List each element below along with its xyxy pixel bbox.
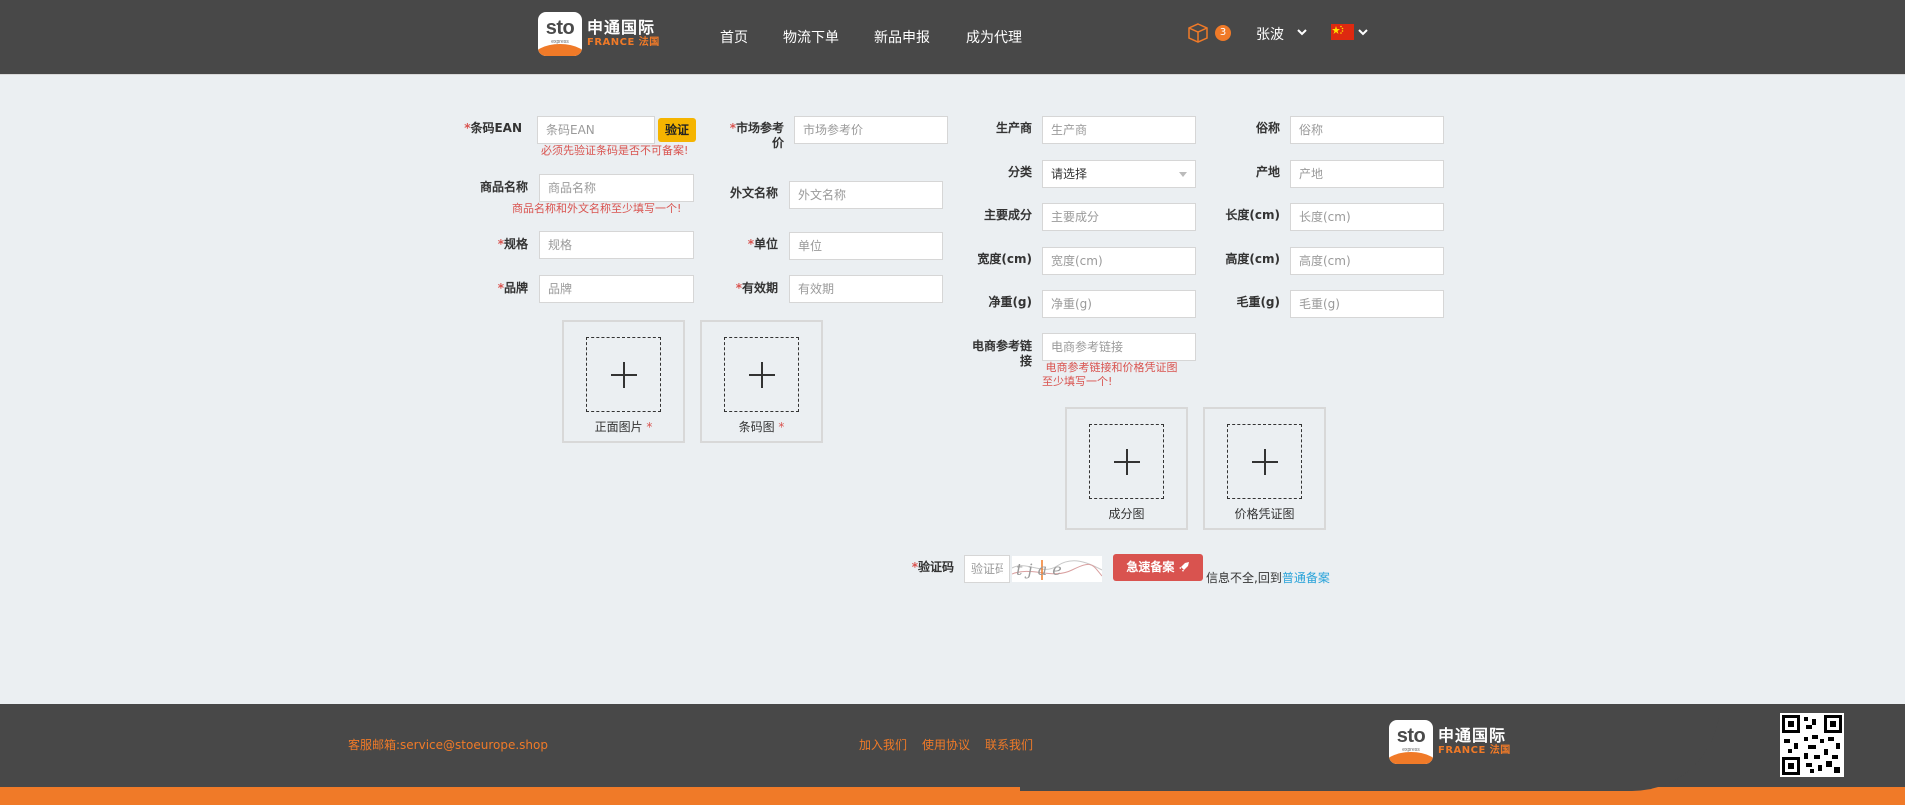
brand-label: *品牌 [497, 281, 528, 295]
net-weight-label: 净重(g) [988, 295, 1032, 309]
sto-logo-icon: sto express [538, 12, 582, 56]
normal-filing-link[interactable]: 普通备案 [1282, 571, 1330, 585]
footer-link-terms[interactable]: 使用协议 [922, 736, 970, 753]
category-select[interactable]: 请选择 [1042, 160, 1196, 188]
ean-label: *条码EAN [464, 121, 522, 135]
manufacturer-input[interactable] [1042, 116, 1196, 144]
quick-filing-button[interactable]: 急速备案 [1113, 554, 1203, 581]
captcha-input[interactable] [964, 555, 1010, 583]
height-label: 高度(cm) [1225, 252, 1280, 266]
ecommerce-link-label: 电商参考链接 [971, 339, 1032, 368]
brand-name-cn: 申通国际 [587, 18, 656, 37]
main-ingredient-label: 主要成分 [983, 208, 1032, 222]
plus-icon [724, 337, 799, 412]
origin-input[interactable] [1290, 160, 1444, 188]
sto-logo-icon: sto express [1389, 720, 1433, 764]
market-price-input[interactable] [794, 116, 948, 144]
package-icon[interactable] [1187, 22, 1209, 44]
product-name-input[interactable] [539, 174, 694, 202]
brand-input[interactable] [539, 275, 694, 303]
nav-become-agent[interactable]: 成为代理 [966, 27, 1022, 47]
footer-link-join-us[interactable]: 加入我们 [859, 736, 907, 753]
net-weight-input[interactable] [1042, 290, 1196, 318]
product-name-label: 商品名称 [479, 180, 528, 194]
cn-flag-icon[interactable] [1331, 24, 1354, 40]
user-name[interactable]: 张波 [1256, 24, 1284, 44]
dropdown-arrow-icon [1179, 172, 1187, 177]
spec-input[interactable] [539, 231, 694, 259]
nav-logistics-order[interactable]: 物流下单 [783, 27, 839, 47]
svg-text:t j a e: t j a e [1016, 560, 1062, 579]
price-proof-image-upload[interactable]: 价格凭证图 [1203, 407, 1326, 530]
gross-weight-input[interactable] [1290, 290, 1444, 318]
height-input[interactable] [1290, 247, 1444, 275]
unit-input[interactable] [789, 232, 943, 260]
brand-logo[interactable]: sto express 申通国际 FRANCE 法国 [538, 12, 660, 56]
expiry-input[interactable] [789, 275, 943, 303]
foreign-name-input[interactable] [789, 181, 943, 209]
ean-error: 必须先验证条码是否不可备案! [541, 144, 689, 157]
alias-input[interactable] [1290, 116, 1444, 144]
product-name-error: 商品名称和外文名称至少填写一个! [512, 202, 682, 215]
captcha-label: *验证码 [911, 560, 954, 574]
unit-label: *单位 [747, 237, 778, 251]
plus-icon [1227, 424, 1302, 499]
rocket-icon [1178, 560, 1190, 574]
footer: 客服邮箱:service@stoeurope.shop 加入我们 使用协议 联系… [0, 704, 1905, 805]
origin-label: 产地 [1255, 165, 1280, 179]
ean-input[interactable] [537, 116, 655, 144]
main-ingredient-input[interactable] [1042, 203, 1196, 231]
ecommerce-link-error: 电商参考链接和价格凭证图 至少填写一个! [1042, 361, 1178, 388]
barcode-image-upload[interactable]: 条码图 * [700, 320, 823, 443]
plus-icon [586, 337, 661, 412]
length-input[interactable] [1290, 203, 1444, 231]
footer-brand-logo: sto express 申通国际 FRANCE 法国 [1389, 720, 1511, 764]
language-chevron-icon[interactable] [1358, 26, 1368, 36]
fallback-text: 信息不全,回到普通备案 [1206, 571, 1330, 585]
spec-label: *规格 [497, 237, 528, 251]
market-price-label: *市场参考价 [729, 121, 784, 150]
service-email[interactable]: 客服邮箱:service@stoeurope.shop [348, 736, 548, 753]
cart-count-badge: 3 [1215, 25, 1231, 41]
nav-home[interactable]: 首页 [720, 27, 748, 47]
width-input[interactable] [1042, 247, 1196, 275]
alias-label: 俗称 [1255, 121, 1280, 135]
manufacturer-label: 生产商 [995, 121, 1032, 135]
foreign-name-label: 外文名称 [729, 186, 778, 200]
footer-link-contact[interactable]: 联系我们 [985, 736, 1033, 753]
chevron-down-icon[interactable] [1297, 26, 1307, 36]
qr-code-icon [1780, 713, 1844, 777]
width-label: 宽度(cm) [977, 252, 1032, 266]
length-label: 长度(cm) [1225, 208, 1280, 222]
plus-icon [1089, 424, 1164, 499]
gross-weight-label: 毛重(g) [1236, 295, 1280, 309]
verify-ean-button[interactable]: 验证 [658, 118, 696, 142]
captcha-image[interactable]: t j a e [1012, 556, 1102, 582]
brand-name-fr: FRANCE 法国 [587, 37, 660, 48]
expiry-label: *有效期 [735, 281, 778, 295]
ecommerce-link-input[interactable] [1042, 333, 1196, 361]
front-image-upload[interactable]: 正面图片 * [562, 320, 685, 443]
nav-new-product[interactable]: 新品申报 [874, 27, 930, 47]
category-label: 分类 [1007, 165, 1032, 179]
top-header: sto express 申通国际 FRANCE 法国 首页 物流下单 新品申报 … [0, 0, 1905, 75]
ingredient-image-upload[interactable]: 成分图 [1065, 407, 1188, 530]
